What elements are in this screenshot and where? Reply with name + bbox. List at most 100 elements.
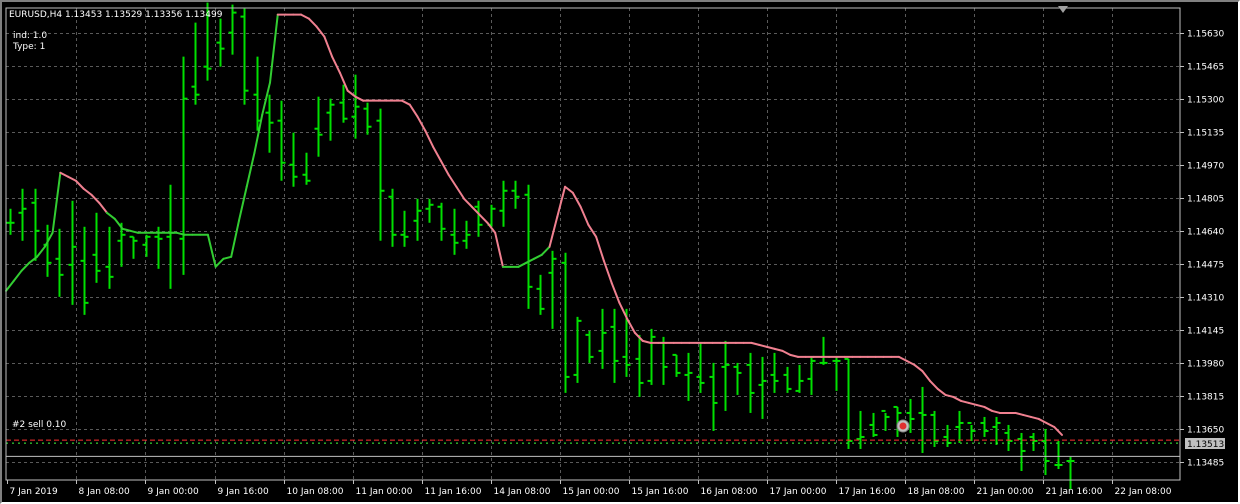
ohlc-bar bbox=[302, 152, 311, 185]
indicator-segment bbox=[1022, 413, 1032, 418]
indicator-segment bbox=[121, 227, 132, 232]
indicator-segment bbox=[571, 191, 582, 208]
ohlc-bar bbox=[783, 366, 792, 393]
indicator-segment bbox=[59, 171, 70, 178]
time-tick-label: 7 Jan 2019 bbox=[10, 487, 58, 497]
ohlc-bar bbox=[413, 198, 422, 241]
indicator-segment bbox=[36, 245, 46, 258]
price-tick-label: 1.14970 bbox=[1187, 162, 1224, 172]
current-price-tag: 1.13513 bbox=[1185, 438, 1225, 450]
ohlc-bar bbox=[548, 250, 557, 329]
indicator-segment bbox=[548, 215, 559, 248]
indicator-segment bbox=[1029, 415, 1040, 420]
price-tick-label: 1.15465 bbox=[1187, 63, 1224, 73]
ohlc-bar bbox=[363, 102, 372, 135]
ohlc-bar bbox=[166, 184, 175, 289]
indicator-segment bbox=[587, 223, 598, 238]
indicator-segment bbox=[936, 387, 947, 396]
ohlc-bar bbox=[1066, 456, 1075, 490]
indicator-segment bbox=[556, 185, 567, 218]
indicator-segment bbox=[983, 405, 994, 412]
indicator-param-ind: ind: 1.0 bbox=[13, 31, 47, 41]
indicator-segment bbox=[905, 359, 916, 366]
ohlc-bar bbox=[216, 18, 225, 67]
ohlc-bar bbox=[511, 180, 520, 209]
indicator-segment bbox=[331, 55, 341, 74]
ohlc-bar bbox=[1054, 440, 1063, 469]
time-tick-label: 14 Jan 08:00 bbox=[494, 487, 551, 497]
indicator-segment bbox=[432, 145, 442, 162]
indicator-segment bbox=[237, 185, 248, 222]
ohlc-bar bbox=[610, 308, 619, 383]
ohlc-bar bbox=[672, 353, 681, 377]
ohlc-bar bbox=[536, 274, 545, 315]
ohlc-bar bbox=[43, 224, 52, 277]
time-tick-label: 16 Jan 08:00 bbox=[701, 487, 758, 497]
indicator-segment bbox=[991, 409, 1001, 414]
ohlc-bar bbox=[967, 421, 976, 441]
ohlc-bar bbox=[696, 342, 705, 393]
ohlc-bar bbox=[733, 362, 742, 395]
price-tick-label: 1.15135 bbox=[1187, 129, 1224, 139]
indicator-segment bbox=[74, 179, 85, 190]
price-tick-label: 1.14640 bbox=[1187, 228, 1224, 238]
indicator-segment bbox=[105, 211, 116, 220]
ohlc-bar bbox=[770, 352, 779, 393]
ohlc-bar bbox=[18, 188, 27, 241]
indicator-segment bbox=[408, 103, 419, 118]
indicator-segment bbox=[12, 269, 23, 282]
chart-grid bbox=[6, 8, 1180, 480]
ohlc-bar bbox=[980, 416, 989, 437]
time-tick-label: 22 Jan 08:00 bbox=[1115, 487, 1172, 497]
indicator-segment bbox=[214, 257, 225, 268]
indicator-segment bbox=[517, 261, 528, 268]
price-chart[interactable]: 1.15630 1.15465 1.15300 1.15135 1.14970 1.148… bbox=[2, 2, 1238, 502]
ohlc-bar bbox=[819, 336, 828, 365]
indicator-segment bbox=[773, 347, 784, 352]
ohlc-bar bbox=[499, 180, 508, 227]
indicator-line bbox=[5, 13, 1063, 436]
ohlc-bar bbox=[351, 74, 360, 139]
ohlc-bar bbox=[240, 8, 249, 105]
chart-window[interactable]: 1.15630 1.15465 1.15300 1.15135 1.14970 1.148… bbox=[0, 0, 1240, 504]
ohlc-bar bbox=[635, 334, 644, 397]
indicator-segment bbox=[533, 253, 543, 260]
indicator-segment bbox=[579, 205, 590, 226]
time-tick-label: 11 Jan 00:00 bbox=[356, 487, 413, 497]
price-tick-label: 1.13980 bbox=[1187, 360, 1224, 370]
ohlc-bar bbox=[795, 364, 804, 393]
ohlc-bar bbox=[1017, 432, 1026, 471]
ohlc-bar bbox=[573, 316, 582, 383]
ohlc-bar bbox=[80, 226, 89, 315]
plot-frame bbox=[5, 7, 1181, 481]
time-tick-label: 15 Jan 16:00 bbox=[632, 487, 689, 497]
trade-arrow-icon[interactable] bbox=[896, 419, 910, 433]
current-price-label: 1.13513 bbox=[1187, 440, 1224, 450]
ohlc-bar bbox=[561, 252, 570, 393]
ohlc-bar bbox=[462, 220, 471, 249]
price-tick-label: 1.13650 bbox=[1187, 426, 1224, 436]
indicator-segment bbox=[245, 151, 256, 188]
indicator-segment bbox=[346, 89, 357, 98]
indicator-param-type: Type: 1 bbox=[12, 42, 45, 52]
time-tick-label: 10 Jan 08:00 bbox=[287, 487, 344, 497]
time-tick-label: 21 Jan 00:00 bbox=[977, 487, 1034, 497]
indicator-segment bbox=[960, 399, 970, 404]
indicator-segment bbox=[463, 197, 473, 208]
chart-title: EURUSD,H4 1.13453 1.13529 1.13356 1.1349… bbox=[9, 10, 223, 20]
indicator-segment bbox=[1053, 425, 1063, 436]
ohlc-bar bbox=[881, 409, 890, 431]
indicator-segment bbox=[765, 345, 776, 350]
ohlc-bar bbox=[585, 330, 594, 363]
indicator-segment bbox=[595, 235, 605, 262]
indicator-segment bbox=[921, 369, 931, 382]
ohlc-bar bbox=[721, 340, 730, 411]
ohlc-bar bbox=[314, 96, 323, 157]
indicator-segment bbox=[929, 379, 939, 390]
horizontal-lines bbox=[6, 439, 1180, 457]
chart-shift-triangle-icon[interactable] bbox=[1058, 6, 1068, 13]
time-tick-label: 17 Jan 16:00 bbox=[839, 487, 896, 497]
ohlc-bar bbox=[6, 208, 15, 235]
time-tick-label: 15 Jan 00:00 bbox=[563, 487, 620, 497]
indicator-segment bbox=[439, 159, 450, 176]
